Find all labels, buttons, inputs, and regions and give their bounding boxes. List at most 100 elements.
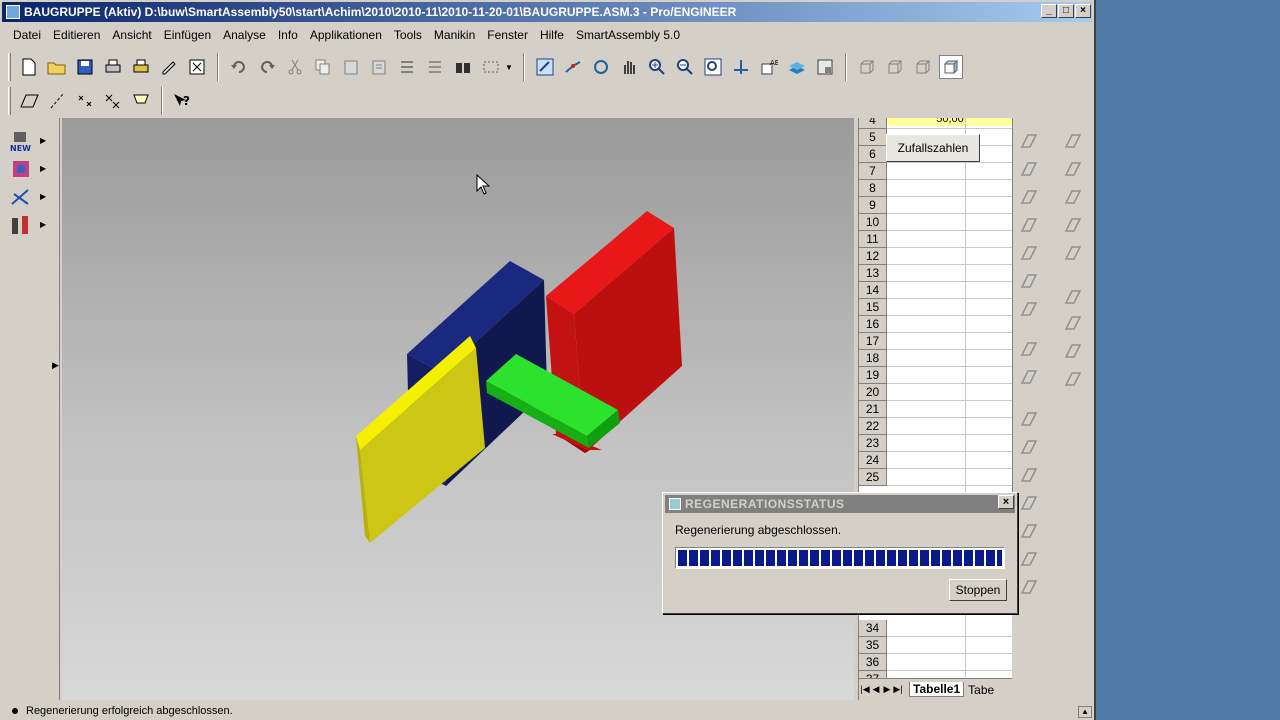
datum-axis-icon[interactable]	[1019, 188, 1041, 210]
sheet-row[interactable]	[887, 163, 1012, 180]
row-header[interactable]: 17	[859, 333, 887, 350]
last-sheet-icon[interactable]: ▶|	[893, 684, 903, 695]
hidden-line-icon[interactable]	[883, 55, 907, 79]
row-header[interactable]: 25	[859, 469, 887, 486]
selection-dropdown-icon[interactable]: ▼	[505, 63, 513, 72]
title-bar[interactable]: BAUGRUPPE (Aktiv) D:\buw\SmartAssembly50…	[2, 2, 1092, 22]
sheet-row[interactable]	[887, 282, 1012, 299]
open-folder-icon[interactable]	[45, 55, 69, 79]
menu-fenster[interactable]: Fenster	[481, 28, 534, 42]
datum-plane-display-icon[interactable]	[17, 89, 41, 113]
offset-icon[interactable]	[1063, 314, 1085, 336]
annotation-display-icon[interactable]	[129, 89, 153, 113]
menu-smartassembly[interactable]: SmartAssembly 5.0	[570, 28, 686, 42]
menu-datei[interactable]: Datei	[7, 28, 47, 42]
mirror-icon[interactable]	[1063, 288, 1085, 310]
reorient-icon[interactable]	[729, 55, 753, 79]
context-help-icon[interactable]: ?	[171, 89, 195, 113]
sketch-tool-icon[interactable]	[10, 186, 32, 208]
rib-icon[interactable]	[1063, 188, 1085, 210]
row-header[interactable]: 18	[859, 350, 887, 367]
next-sheet-icon[interactable]: ▶	[882, 684, 892, 695]
print-icon[interactable]	[101, 55, 125, 79]
new-feature-icon[interactable]: NEW	[10, 130, 32, 153]
sheet-row[interactable]	[887, 435, 1012, 452]
row-header[interactable]: 12	[859, 248, 887, 265]
expand-arrow-icon[interactable]: ▶	[40, 192, 46, 201]
shading-icon[interactable]	[938, 55, 963, 79]
wireframe-icon[interactable]	[855, 55, 879, 79]
row-header[interactable]: 21	[859, 401, 887, 418]
sheet-row[interactable]	[887, 384, 1012, 401]
cut-icon[interactable]	[283, 55, 307, 79]
prev-sheet-icon[interactable]: ◀	[871, 684, 881, 695]
regenerate-icon[interactable]	[395, 55, 419, 79]
round-icon[interactable]	[1019, 132, 1041, 154]
repaint-icon[interactable]	[533, 55, 557, 79]
sheet-row[interactable]	[887, 248, 1012, 265]
undo-icon[interactable]	[227, 55, 251, 79]
minimize-button[interactable]: _	[1041, 4, 1057, 18]
zoom-in-icon[interactable]	[645, 55, 669, 79]
sheet-row[interactable]	[887, 214, 1012, 231]
revolve-icon[interactable]	[1019, 368, 1041, 390]
boundary-blend-icon[interactable]	[1063, 244, 1085, 266]
menu-tools[interactable]: Tools	[388, 28, 428, 42]
sheet-row[interactable]	[887, 452, 1012, 469]
menu-einfuegen[interactable]: Einfügen	[158, 28, 217, 42]
row-header[interactable]: 24	[859, 452, 887, 469]
expand-arrow-icon[interactable]: ▶	[40, 136, 46, 145]
pattern-icon[interactable]	[1063, 370, 1085, 392]
row-header[interactable]: 36	[859, 654, 887, 671]
helical-icon[interactable]	[1019, 550, 1041, 572]
orient-mode-icon[interactable]	[589, 55, 613, 79]
paste-special-icon[interactable]	[367, 55, 391, 79]
datum-axis-display-icon[interactable]	[45, 89, 69, 113]
view-manager-icon[interactable]	[813, 55, 837, 79]
sheet-row[interactable]	[887, 316, 1012, 333]
datum-point-display-icon[interactable]	[73, 89, 97, 113]
stop-button[interactable]: Stoppen	[949, 579, 1007, 601]
menu-info[interactable]: Info	[272, 28, 304, 42]
sheet-row[interactable]	[887, 231, 1012, 248]
close-button[interactable]: ×	[1075, 4, 1091, 18]
component-icon[interactable]	[10, 158, 32, 180]
row-header[interactable]: 11	[859, 231, 887, 248]
panel-splitter-arrow-icon[interactable]: ▶	[52, 360, 59, 371]
datum-curve-icon[interactable]	[1019, 216, 1041, 238]
menu-editieren[interactable]: Editieren	[47, 28, 106, 42]
measure-tool-icon[interactable]	[10, 214, 32, 236]
maximize-button[interactable]: □	[1058, 4, 1074, 18]
paste-icon[interactable]	[339, 55, 363, 79]
swept-blend-icon[interactable]	[1019, 522, 1041, 544]
no-hidden-icon[interactable]	[911, 55, 935, 79]
regen-manager-icon[interactable]	[423, 55, 447, 79]
close-window-icon[interactable]	[185, 55, 209, 79]
sheet-row[interactable]	[887, 637, 1012, 654]
warp-icon[interactable]	[1063, 216, 1085, 238]
row-header[interactable]: 23	[859, 435, 887, 452]
datum-point-icon[interactable]	[1019, 244, 1041, 266]
row-header[interactable]: 19	[859, 367, 887, 384]
dialog-title-bar[interactable]: REGENERATIONSSTATUS	[665, 495, 1015, 513]
toolbar-grip[interactable]	[8, 53, 11, 81]
plane-icon[interactable]	[1019, 160, 1041, 182]
random-numbers-button[interactable]: Zufallszahlen	[886, 134, 980, 162]
sheet-row[interactable]	[887, 367, 1012, 384]
new-file-icon[interactable]	[17, 55, 41, 79]
row-header[interactable]: 9	[859, 197, 887, 214]
expand-arrow-icon[interactable]: ▶	[40, 164, 46, 173]
draft-icon[interactable]	[1063, 132, 1085, 154]
sheet-tab-tabe[interactable]: Tabe	[968, 683, 994, 697]
menu-analyse[interactable]: Analyse	[217, 28, 272, 42]
row-header[interactable]: 22	[859, 418, 887, 435]
expand-arrow-icon[interactable]: ▶	[40, 220, 46, 229]
row-header[interactable]: 16	[859, 316, 887, 333]
scroll-up-icon[interactable]: ▲	[1078, 706, 1092, 718]
sheet-row[interactable]	[887, 350, 1012, 367]
first-sheet-icon[interactable]: |◀	[860, 684, 870, 695]
sweep-icon[interactable]	[1019, 410, 1041, 432]
hole-icon[interactable]	[1019, 466, 1041, 488]
sheet-row[interactable]	[887, 654, 1012, 671]
sheet-row[interactable]	[887, 180, 1012, 197]
